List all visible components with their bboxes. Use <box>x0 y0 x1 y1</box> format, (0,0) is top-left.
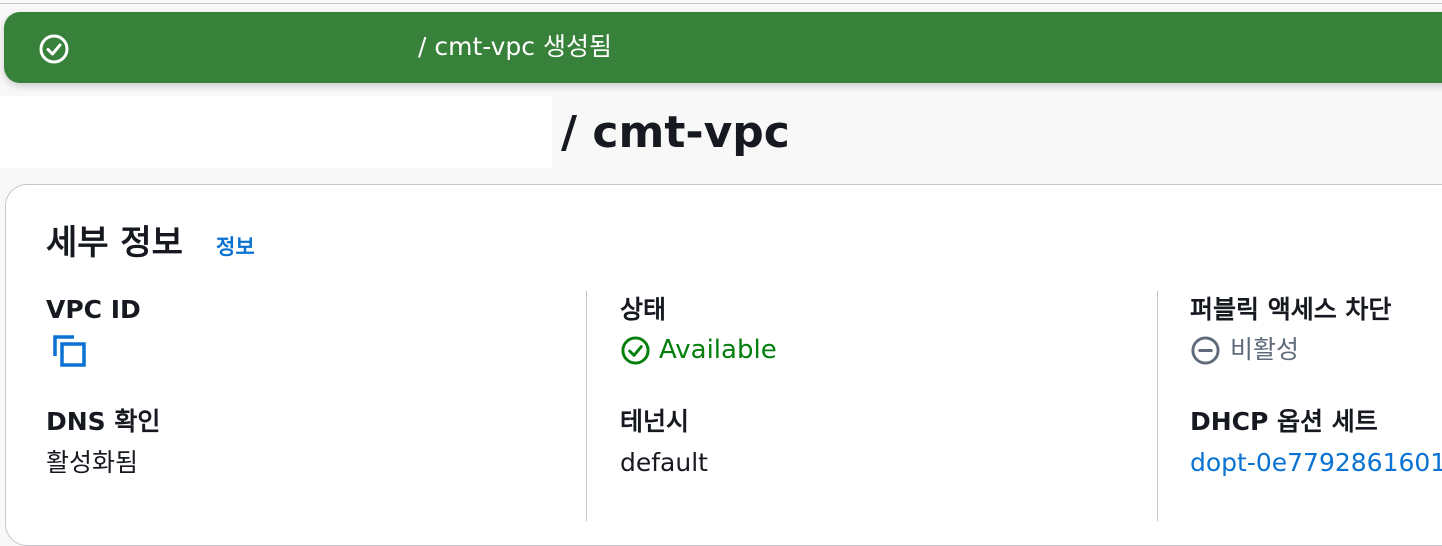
info-link[interactable]: 정보 <box>216 233 255 261</box>
block-public-access-label: 퍼블릭 액세스 차단 <box>1190 295 1392 324</box>
dhcp-option-set-link[interactable]: dopt-0e7792861601 <box>1190 447 1442 479</box>
check-circle-icon <box>621 336 650 365</box>
tenancy-label: 테넌시 <box>620 407 690 436</box>
vpc-id-label: VPC ID <box>46 295 141 324</box>
block-public-access-value: 비활성 <box>1230 335 1300 364</box>
dhcp-option-set-label: DHCP 옵션 세트 <box>1190 407 1378 436</box>
page-title: / cmt-vpc <box>561 107 790 158</box>
copy-icon[interactable] <box>52 334 88 368</box>
details-heading: 세부 정보 <box>46 223 183 263</box>
success-flash-banner: / cmt-vpc 생성됨 <box>4 12 1442 83</box>
minus-circle-icon <box>1191 336 1220 365</box>
column-divider-2 <box>1157 291 1158 521</box>
tenancy-value: default <box>620 448 708 477</box>
dns-resolution-label: DNS 확인 <box>46 407 161 436</box>
banner-message: / cmt-vpc 생성됨 <box>418 32 612 61</box>
column-divider-1 <box>586 291 587 521</box>
check-circle-icon <box>39 34 69 64</box>
state-value: Available <box>659 335 777 365</box>
top-border <box>0 3 1442 4</box>
dns-resolution-value: 활성화됨 <box>46 448 139 477</box>
header-placeholder <box>0 96 552 168</box>
state-label: 상태 <box>620 295 667 324</box>
